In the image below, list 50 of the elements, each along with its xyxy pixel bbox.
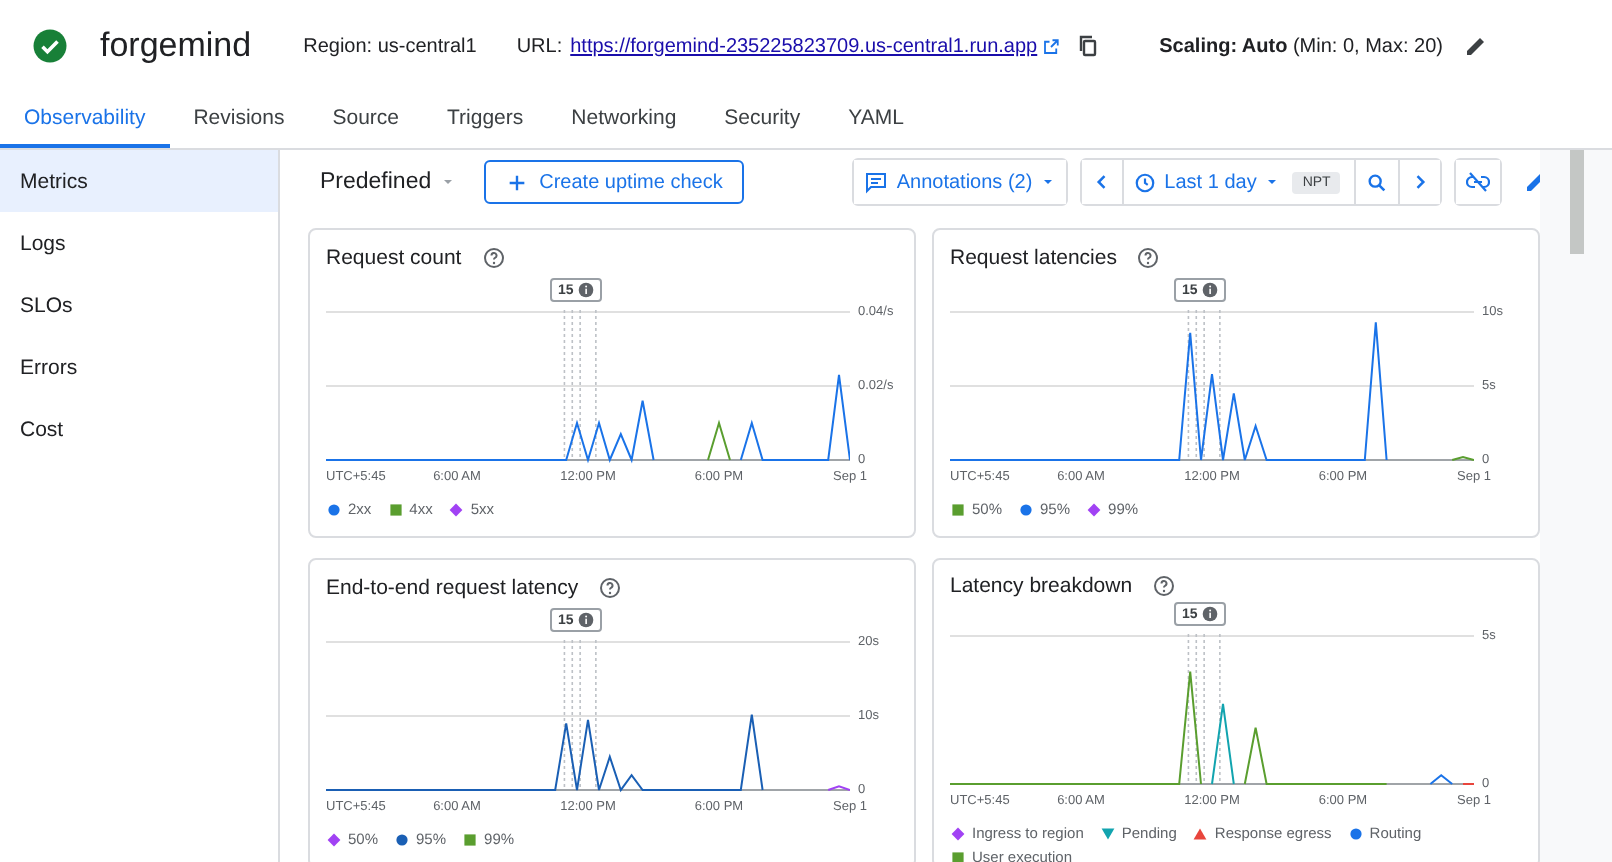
url-link[interactable]: https://forgemind-235225823709.us-central1.run.app xyxy=(570,35,1038,57)
data-line xyxy=(1462,783,1474,785)
create-uptime-check-button[interactable]: Create uptime check xyxy=(483,160,745,204)
help-icon xyxy=(1152,573,1177,597)
info-icon xyxy=(1201,282,1218,298)
previous-button[interactable] xyxy=(1082,160,1125,204)
help-icon xyxy=(1136,246,1161,270)
caret-icon xyxy=(439,174,456,190)
tab[interactable]: Source xyxy=(308,92,424,148)
pencil-icon xyxy=(1463,34,1488,58)
caret-icon xyxy=(1040,174,1057,190)
tab[interactable]: Triggers xyxy=(423,92,548,148)
tab[interactable]: Networking xyxy=(547,92,701,148)
service-name: forgemind xyxy=(100,26,252,66)
region-label: Region: us-central1 xyxy=(303,35,477,57)
data-line xyxy=(1429,773,1454,785)
chart-title: Request count xyxy=(326,246,462,270)
chart-title: Latency breakdown xyxy=(950,573,1133,597)
comment-icon xyxy=(864,170,889,194)
sidebar-item[interactable]: Metrics xyxy=(0,150,278,212)
copy-icon xyxy=(1075,34,1100,58)
scaling-label: Scaling: Auto (Min: 0, Max: 20) xyxy=(1159,35,1444,57)
link-off-button[interactable] xyxy=(1456,160,1501,204)
url-label: URL: xyxy=(516,35,563,57)
info-icon xyxy=(577,282,594,298)
chart-title: End-to-end request latency xyxy=(326,576,579,600)
data-line xyxy=(827,785,850,791)
help-icon xyxy=(598,576,623,600)
info-icon xyxy=(577,612,594,628)
external-link-icon xyxy=(1041,37,1060,55)
data-line xyxy=(1451,455,1474,461)
scrollbar-thumb[interactable] xyxy=(1569,150,1583,254)
check-circle-icon xyxy=(32,28,68,64)
tab[interactable]: Revisions xyxy=(169,92,309,148)
zoom-icon xyxy=(1366,171,1389,193)
sidebar-item[interactable]: Cost xyxy=(0,398,278,460)
crossed-out-icon xyxy=(1466,170,1491,194)
chart-title: Request latencies xyxy=(950,246,1117,270)
preset-dropdown[interactable]: Predefined xyxy=(320,170,456,194)
clock-icon xyxy=(1134,171,1157,193)
sidebar-item[interactable]: Logs xyxy=(0,212,278,274)
tab[interactable]: YAML xyxy=(824,92,928,148)
sidebar-item[interactable]: Errors xyxy=(0,336,278,398)
tab[interactable]: Security xyxy=(700,92,825,148)
help-icon xyxy=(481,246,506,270)
sidebar-item[interactable]: SLOs xyxy=(0,274,278,336)
plus-icon xyxy=(505,171,528,193)
info-icon xyxy=(1201,606,1218,622)
caret-icon xyxy=(1264,174,1281,190)
annotations-button[interactable]: Annotations (2) xyxy=(854,160,1067,204)
